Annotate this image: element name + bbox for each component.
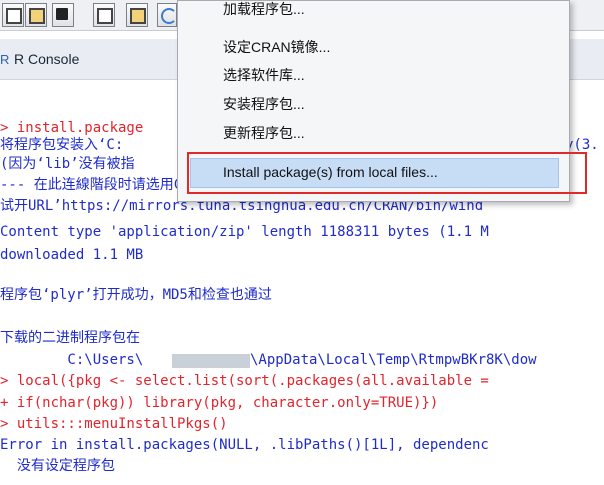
refresh-icon[interactable] — [157, 3, 177, 27]
console-line: \AppData\Local\Temp\RtmpwBKr8K\dow — [250, 352, 537, 368]
menu-item-set-cran-mirror[interactable]: 设定CRAN镜像... — [223, 37, 330, 57]
console-line: 将程序包安装入‘C: — [0, 137, 124, 153]
console-tab-title[interactable]: R Console — [14, 51, 79, 67]
menu-item-update-packages[interactable]: 更新程序包... — [223, 123, 305, 143]
console-line: 程序包‘plyr’打开成功，MD5和检查也通过 — [0, 287, 272, 303]
console-line: downloaded 1.1 MB — [0, 247, 144, 263]
r-logo-icon: R — [0, 52, 10, 67]
paste-icon[interactable] — [126, 3, 148, 27]
console-line: (因为‘lib’没有被指 — [0, 156, 135, 172]
console-line: > utils:::menuInstallPkgs() — [0, 416, 228, 432]
copy-icon[interactable] — [93, 3, 115, 27]
menu-item-install-packages[interactable]: 安装程序包... — [223, 94, 305, 114]
console-line: > local({pkg <- select.list(sort(.packag… — [0, 373, 489, 389]
console-line: Error in install.packages(NULL, .libPath… — [0, 437, 489, 453]
save-icon[interactable] — [52, 3, 74, 27]
copy-icon[interactable] — [2, 3, 24, 27]
console-line: 没有设定程序包 — [0, 458, 115, 474]
redacted-username — [172, 354, 250, 368]
console-line: Content type 'application/zip' length 11… — [0, 224, 489, 240]
highlight-annotation — [187, 152, 587, 194]
paste-icon[interactable] — [25, 3, 47, 27]
console-line: + if(nchar(pkg)) library(pkg, character.… — [0, 395, 439, 411]
menu-item-select-repositories[interactable]: 选择软件库... — [223, 65, 305, 85]
console-line: > install.package — [0, 120, 144, 136]
console-line: C:\Users\ — [0, 352, 144, 368]
console-line: 下载的二进制程序包在 — [0, 330, 140, 346]
menu-item-load-package[interactable]: 加载程序包... — [223, 0, 305, 19]
